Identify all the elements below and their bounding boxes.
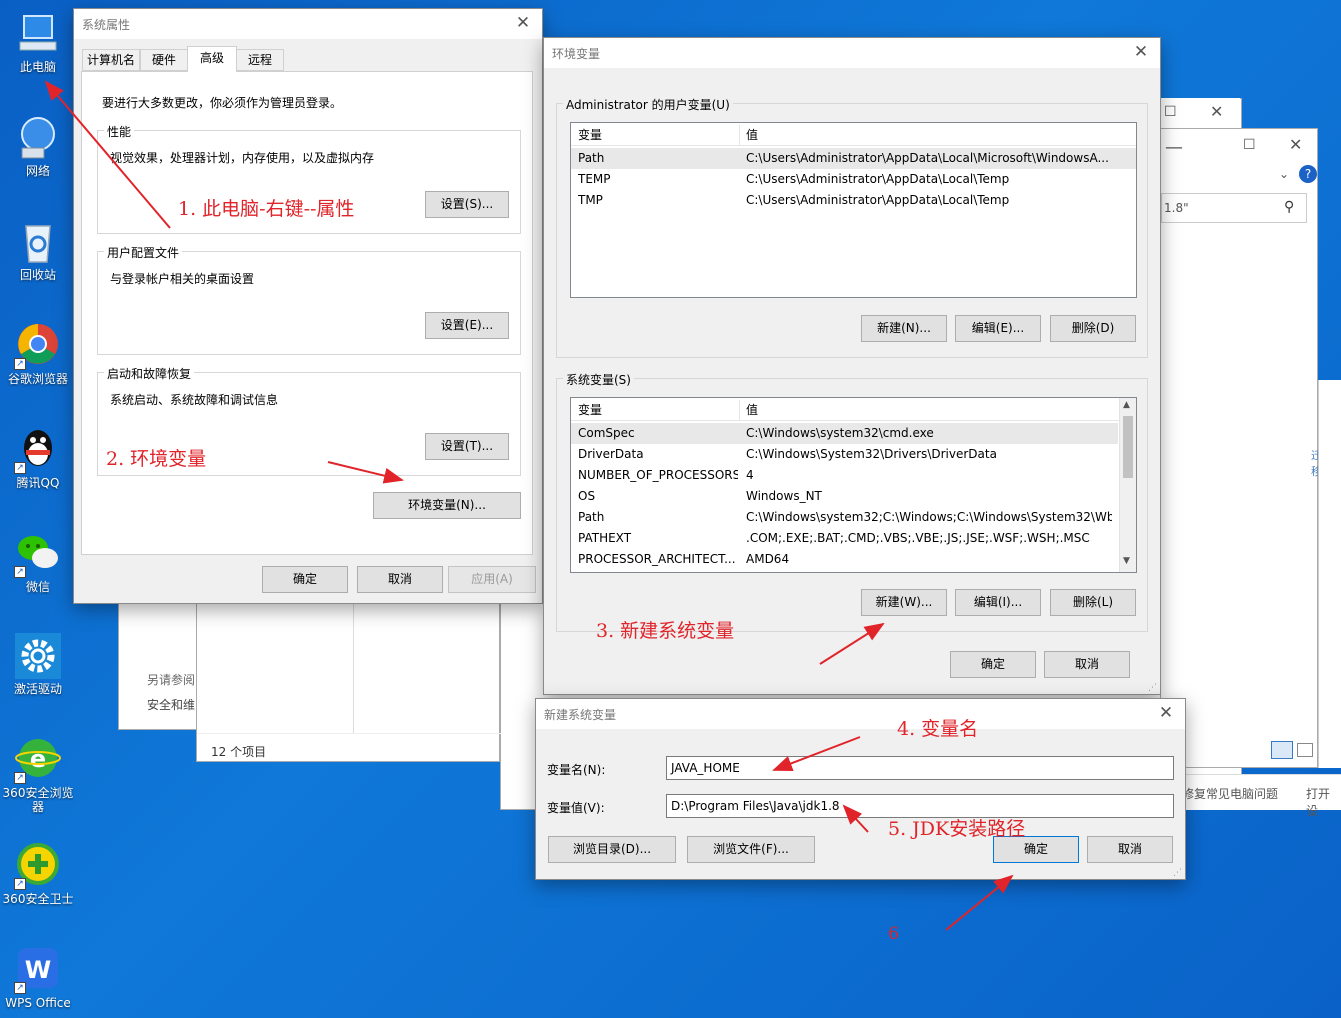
arrow-step-3 — [819, 622, 885, 665]
arrow-step-2 — [327, 461, 404, 484]
arrow-step-5 — [842, 804, 869, 833]
arrow-step-6 — [945, 874, 1014, 931]
arrow-step-1 — [44, 80, 171, 229]
arrow-step-4 — [772, 736, 861, 772]
annotation-arrows — [44, 80, 1014, 931]
tab-advanced[interactable]: 高级 — [187, 46, 237, 72]
